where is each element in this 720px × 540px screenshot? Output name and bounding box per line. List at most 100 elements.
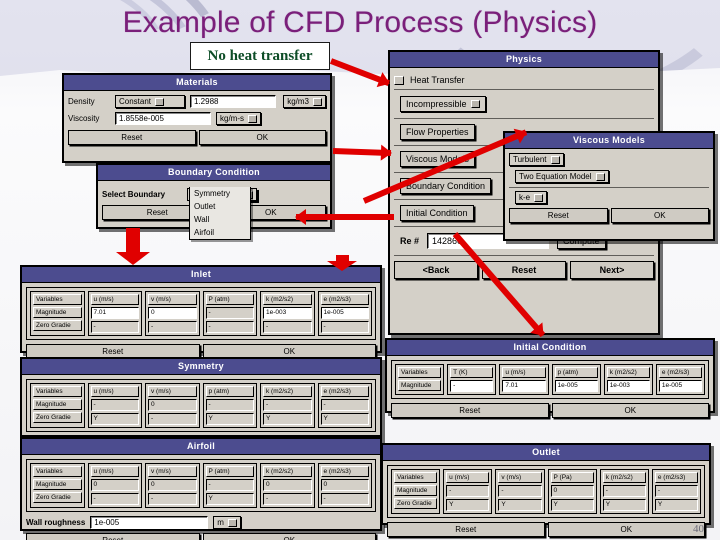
magnitude-cell[interactable]: 1e-003 bbox=[606, 380, 650, 392]
zero-gradient-cell[interactable]: - bbox=[90, 321, 139, 333]
zero-gradient-cell[interactable]: - bbox=[320, 321, 369, 333]
magnitude-cell[interactable]: 1e-005 bbox=[320, 307, 369, 319]
initial-condition-button[interactable]: Initial Condition bbox=[400, 205, 474, 221]
turbulence-model-value: Two Equation Model bbox=[519, 172, 592, 181]
magnitude-cell[interactable]: - bbox=[205, 399, 254, 411]
magnitude-cell[interactable]: 1e-005 bbox=[658, 380, 703, 392]
airfoil-column: e (m2/s3) 0 - bbox=[317, 463, 372, 508]
zero-gradient-cell[interactable]: Y bbox=[263, 413, 312, 425]
airfoil-column: k (m2/s2) 0 - bbox=[260, 463, 315, 508]
magnitude-cell[interactable]: - bbox=[498, 485, 542, 497]
column-header: e (m2/s3) bbox=[320, 466, 369, 477]
density-mode-dropdown[interactable]: Constant bbox=[115, 95, 185, 108]
option-symmetry[interactable]: Symmetry bbox=[190, 187, 250, 200]
viscosity-unit-dropdown[interactable]: kg/m-s bbox=[216, 112, 261, 125]
turbulence-regime-dropdown[interactable]: Turbulent bbox=[509, 153, 564, 166]
inlet-column: v (m/s) 0 - bbox=[145, 291, 200, 336]
zero-gradient-cell[interactable]: Y bbox=[90, 413, 139, 425]
zero-gradient-cell[interactable]: - bbox=[205, 321, 254, 333]
zero-gradient-cell[interactable]: - bbox=[148, 493, 197, 505]
magnitude-cell[interactable]: 0 bbox=[148, 399, 197, 411]
select-boundary-option-list[interactable]: Symmetry Outlet Wall Airfoil bbox=[189, 187, 251, 240]
materials-reset-button[interactable]: Reset bbox=[68, 130, 196, 145]
density-unit-dropdown[interactable]: kg/m3 bbox=[283, 95, 326, 108]
option-airfoil[interactable]: Airfoil bbox=[190, 226, 250, 239]
magnitude-cell[interactable]: - bbox=[450, 380, 494, 392]
magnitude-cell[interactable]: 1e-005 bbox=[554, 380, 598, 392]
ic-ok-button[interactable]: OK bbox=[551, 403, 709, 418]
flow-properties-button[interactable]: Flow Properties bbox=[400, 124, 475, 140]
zero-gradient-cell[interactable]: - bbox=[263, 493, 312, 505]
wall-roughness-input[interactable]: 1e-005 bbox=[90, 516, 209, 529]
magnitude-cell[interactable]: 0 bbox=[148, 307, 197, 319]
column-header: v (m/s) bbox=[148, 466, 197, 477]
zero-gradient-cell[interactable]: Y bbox=[602, 499, 646, 511]
inlet-column: k (m2/s2) 1e-003 - bbox=[260, 291, 315, 336]
magnitude-cell[interactable]: - bbox=[446, 485, 490, 497]
magnitude-cell[interactable]: 7.01 bbox=[90, 307, 139, 319]
materials-ok-button[interactable]: OK bbox=[198, 130, 326, 145]
zero-gradient-cell[interactable]: Y bbox=[320, 413, 369, 425]
symmetry-table: Variables Magnitude Zero Gradie u (m/s) … bbox=[26, 379, 376, 432]
density-value-input[interactable]: 1.2988 bbox=[190, 95, 276, 108]
magnitude-cell[interactable]: - bbox=[90, 399, 139, 411]
initial-condition-dialog: Initial Condition Variables Magnitude T … bbox=[385, 338, 715, 418]
heat-transfer-checkbox[interactable] bbox=[394, 75, 404, 85]
column-header: T (K) bbox=[450, 367, 494, 378]
inlet-column: u (m/s) 7.01 - bbox=[87, 291, 142, 336]
turbulence-variant-dropdown[interactable]: k-e bbox=[515, 191, 548, 204]
magnitude-cell[interactable]: - bbox=[602, 485, 646, 497]
outlet-ok-button[interactable]: OK bbox=[547, 522, 705, 537]
magnitude-cell[interactable]: 7.01 bbox=[502, 380, 546, 392]
zero-gradient-cell[interactable]: Y bbox=[205, 413, 254, 425]
zero-gradient-cell[interactable]: Y bbox=[205, 493, 254, 505]
zero-gradient-cell[interactable]: Y bbox=[550, 499, 594, 511]
turbulence-model-dropdown[interactable]: Two Equation Model bbox=[515, 170, 609, 183]
zero-gradient-cell[interactable]: Y bbox=[498, 499, 542, 511]
magnitude-cell[interactable]: - bbox=[205, 479, 254, 491]
symmetry-column: p (atm) - Y bbox=[202, 383, 257, 428]
magnitude-cell[interactable]: - bbox=[205, 307, 254, 319]
inlet-table: Variables Magnitude Zero Gradie u (m/s) … bbox=[26, 287, 376, 340]
viscosity-unit-value: kg/m-s bbox=[220, 114, 244, 123]
viscous-reset-button[interactable]: Reset bbox=[509, 208, 608, 223]
compressibility-dropdown[interactable]: Incompressible bbox=[400, 96, 486, 112]
next-button[interactable]: Next> bbox=[570, 261, 654, 279]
density-mode-value: Constant bbox=[119, 97, 152, 106]
back-button[interactable]: <Back bbox=[394, 261, 478, 279]
zero-gradient-cell[interactable]: - bbox=[320, 493, 369, 505]
symmetry-row-label-column: Variables Magnitude Zero Gradie bbox=[30, 383, 85, 428]
magnitude-cell[interactable]: 0 bbox=[90, 479, 139, 491]
magnitude-cell[interactable]: - bbox=[320, 399, 369, 411]
slide-canvas: Example of CFD Process (Physics) No heat… bbox=[0, 0, 720, 540]
outlet-reset-button[interactable]: Reset bbox=[387, 522, 545, 537]
zero-gradient-cell[interactable]: - bbox=[148, 321, 197, 333]
magnitude-cell[interactable]: 0 bbox=[320, 479, 369, 491]
airfoil-column: u (m/s) 0 - bbox=[87, 463, 142, 508]
zero-gradient-cell[interactable]: Y bbox=[654, 499, 699, 511]
chevron-down-icon bbox=[248, 114, 257, 123]
zero-gradient-cell[interactable]: - bbox=[90, 493, 139, 505]
column-header: v (m/s) bbox=[498, 472, 542, 483]
compressibility-value: Incompressible bbox=[406, 99, 467, 109]
density-label: Density bbox=[68, 97, 95, 106]
airfoil-reset-button[interactable]: Reset bbox=[26, 533, 200, 540]
wall-roughness-unit-dropdown[interactable]: m bbox=[213, 516, 241, 529]
viscous-ok-button[interactable]: OK bbox=[610, 208, 709, 223]
zero-gradient-cell[interactable]: - bbox=[263, 321, 312, 333]
magnitude-cell[interactable]: - bbox=[263, 399, 312, 411]
magnitude-cell[interactable]: - bbox=[654, 485, 699, 497]
magnitude-cell[interactable]: 0 bbox=[550, 485, 594, 497]
inlet-column: P (atm) - - bbox=[202, 291, 257, 336]
magnitude-cell[interactable]: 0 bbox=[263, 479, 312, 491]
option-wall[interactable]: Wall bbox=[190, 213, 250, 226]
zero-gradient-cell[interactable]: - bbox=[148, 413, 197, 425]
inlet-row-label-column: Variables Magnitude Zero Gradie bbox=[30, 291, 85, 336]
zero-gradient-cell[interactable]: Y bbox=[446, 499, 490, 511]
ic-reset-button[interactable]: Reset bbox=[391, 403, 549, 418]
viscosity-value-input[interactable]: 1.8558e-005 bbox=[115, 112, 211, 125]
option-outlet[interactable]: Outlet bbox=[190, 200, 250, 213]
magnitude-cell[interactable]: 1e-003 bbox=[263, 307, 312, 319]
magnitude-cell[interactable]: 0 bbox=[148, 479, 197, 491]
airfoil-ok-button[interactable]: OK bbox=[202, 533, 376, 540]
